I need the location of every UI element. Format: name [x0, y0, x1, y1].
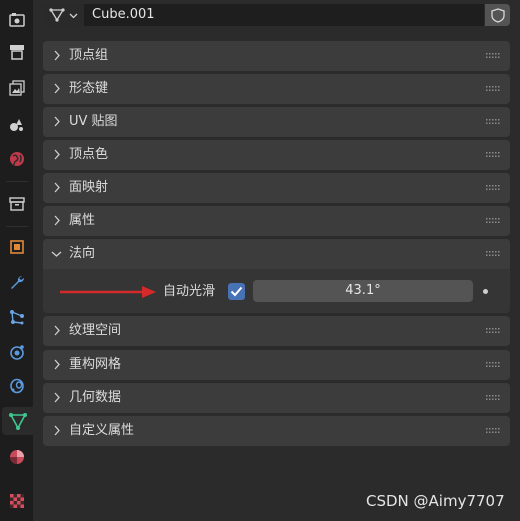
panel-color-attributes[interactable]: 顶点色 — [43, 140, 510, 170]
tab-separator — [6, 226, 28, 227]
panel-vertex-groups[interactable]: 顶点组 — [43, 41, 510, 71]
constraints-icon[interactable] — [3, 372, 31, 400]
chevron-right-icon — [54, 83, 60, 94]
auto-smooth-checkbox[interactable] — [228, 283, 245, 300]
drag-grip-icon[interactable] — [486, 119, 500, 125]
chevron-right-icon — [54, 425, 60, 436]
panel-custom-properties[interactable]: 自定义属性 — [43, 416, 510, 446]
data-icon[interactable] — [2, 407, 33, 435]
mesh-name-field[interactable]: Cube.001 — [84, 4, 484, 26]
drag-grip-icon[interactable] — [486, 86, 500, 92]
chevron-right-icon — [54, 50, 60, 61]
auto-smooth-label: 自动光滑 — [163, 284, 216, 299]
shield-icon — [490, 7, 505, 23]
chevron-right-icon — [54, 359, 60, 370]
material-icon[interactable] — [3, 443, 31, 471]
modifier-icon[interactable] — [3, 268, 31, 296]
drag-grip-icon[interactable] — [486, 53, 500, 59]
watermark: CSDN @Aimy7707 — [366, 492, 505, 510]
chevron-right-icon — [54, 116, 60, 127]
collection-icon[interactable] — [3, 190, 31, 218]
physics-icon[interactable] — [3, 338, 31, 366]
drag-grip-icon[interactable] — [486, 185, 500, 191]
panel-label: 形态键 — [69, 81, 109, 96]
chevron-right-icon — [54, 149, 60, 160]
panel-label: 属性 — [69, 213, 96, 228]
mesh-icon — [49, 8, 65, 22]
panel-label: 顶点组 — [69, 48, 109, 63]
panel-normals-header[interactable]: 法向 — [43, 239, 510, 269]
panel-label: 几何数据 — [69, 390, 122, 405]
drag-grip-icon[interactable] — [486, 251, 500, 257]
fake-user-button[interactable] — [485, 4, 510, 26]
chevron-down-icon — [51, 251, 62, 257]
auto-smooth-angle-field[interactable]: 43.1° — [253, 280, 473, 302]
panel-label: 重构网格 — [69, 357, 122, 372]
render-icon[interactable] — [3, 6, 31, 34]
chevron-down-icon — [69, 13, 78, 18]
texture-icon[interactable] — [3, 487, 31, 515]
properties-tab-bar — [0, 0, 33, 521]
chevron-right-icon — [54, 182, 60, 193]
object-icon[interactable] — [3, 233, 31, 261]
panel-face-maps[interactable]: 面映射 — [43, 173, 510, 203]
mesh-browse-button[interactable] — [43, 4, 83, 26]
red-arrow-annotation — [60, 286, 156, 298]
panel-label: UV 贴图 — [69, 114, 118, 129]
check-icon — [230, 286, 243, 297]
scene-icon[interactable] — [3, 110, 31, 138]
panel-remesh[interactable]: 重构网格 — [43, 350, 510, 380]
output-icon[interactable] — [3, 38, 31, 66]
panel-uv-maps[interactable]: UV 贴图 — [43, 107, 510, 137]
drag-grip-icon[interactable] — [486, 428, 500, 434]
panel-shape-keys[interactable]: 形态键 — [43, 74, 510, 104]
world-icon[interactable] — [3, 145, 31, 173]
drag-grip-icon[interactable] — [486, 152, 500, 158]
panel-attributes[interactable]: 属性 — [43, 206, 510, 236]
panel-label: 面映射 — [69, 180, 109, 195]
drag-grip-icon[interactable] — [486, 218, 500, 224]
animate-property-dot[interactable] — [483, 289, 488, 294]
panel-texture-space[interactable]: 纹理空间 — [43, 316, 510, 346]
chevron-right-icon — [54, 392, 60, 403]
panel-geometry-data[interactable]: 几何数据 — [43, 383, 510, 413]
data-block-selector: Cube.001 — [43, 4, 510, 28]
drag-grip-icon[interactable] — [486, 328, 500, 334]
tab-separator — [6, 181, 28, 182]
drag-grip-icon[interactable] — [486, 362, 500, 368]
chevron-right-icon — [54, 215, 60, 226]
chevron-right-icon — [54, 325, 60, 336]
panel-label: 自定义属性 — [69, 423, 135, 438]
panel-label: 法向 — [69, 246, 96, 261]
panel-label: 纹理空间 — [69, 323, 122, 338]
particles-icon[interactable] — [3, 303, 31, 331]
view-layer-icon[interactable] — [3, 74, 31, 102]
drag-grip-icon[interactable] — [486, 395, 500, 401]
panel-label: 顶点色 — [69, 147, 109, 162]
